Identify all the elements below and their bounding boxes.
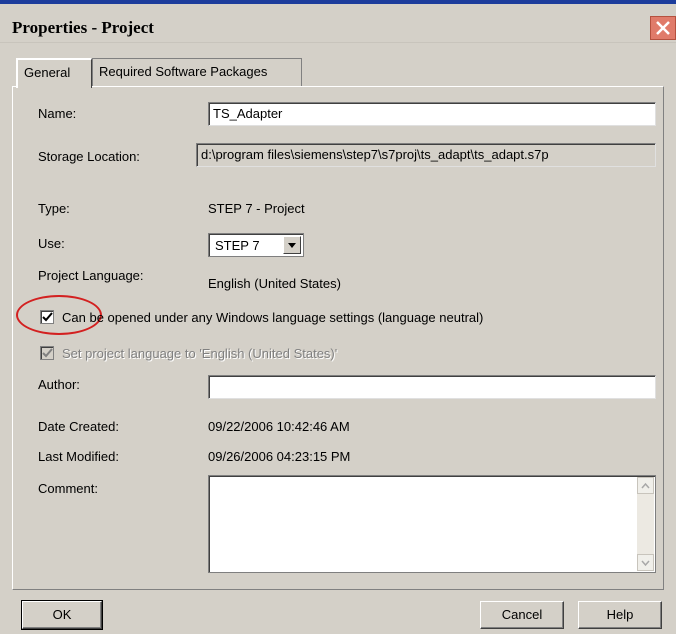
close-icon bbox=[656, 21, 670, 35]
close-button[interactable] bbox=[650, 16, 676, 40]
storage-location-value: d:\program files\siemens\step7\s7proj\ts… bbox=[201, 147, 549, 162]
project-language-label: Project Language: bbox=[38, 268, 144, 283]
tab-general-label: General bbox=[24, 65, 71, 80]
comment-label: Comment: bbox=[38, 481, 98, 496]
cancel-button[interactable]: Cancel bbox=[480, 601, 564, 629]
use-label: Use: bbox=[38, 236, 65, 251]
date-created-label: Date Created: bbox=[38, 419, 119, 434]
help-button[interactable]: Help bbox=[578, 601, 662, 629]
tab-required-software-label: Required Software Packages bbox=[99, 64, 268, 79]
language-neutral-label[interactable]: Can be opened under any Windows language… bbox=[62, 310, 483, 325]
type-value: STEP 7 - Project bbox=[208, 201, 305, 216]
tab-required-software-packages[interactable]: Required Software Packages bbox=[92, 58, 302, 86]
name-label: Name: bbox=[38, 106, 77, 121]
scroll-down-button[interactable] bbox=[637, 554, 654, 571]
chevron-down-icon bbox=[288, 243, 296, 248]
name-input-value: TS_Adapter bbox=[213, 106, 283, 121]
author-label: Author: bbox=[38, 377, 80, 392]
title-bar-accent bbox=[0, 0, 676, 4]
tab-general[interactable]: General bbox=[16, 58, 92, 88]
last-modified-value: 09/26/2006 04:23:15 PM bbox=[208, 449, 351, 464]
language-neutral-checkbox[interactable] bbox=[40, 310, 54, 324]
author-input[interactable] bbox=[208, 375, 656, 399]
title-bar[interactable]: Properties - Project bbox=[0, 0, 676, 43]
ok-button[interactable]: OK bbox=[21, 600, 103, 630]
project-language-value: English (United States) bbox=[208, 276, 341, 291]
comment-textarea[interactable] bbox=[208, 475, 656, 573]
use-selected-value: STEP 7 bbox=[215, 238, 260, 253]
type-label: Type: bbox=[38, 201, 70, 216]
scroll-up-button[interactable] bbox=[637, 477, 654, 494]
window-title: Properties - Project bbox=[12, 18, 154, 37]
name-input[interactable]: TS_Adapter bbox=[208, 102, 656, 126]
last-modified-label: Last Modified: bbox=[38, 449, 119, 464]
set-project-language-label: Set project language to 'English (United… bbox=[62, 346, 338, 361]
checkmark-icon bbox=[42, 312, 53, 322]
use-dropdown-button[interactable] bbox=[283, 236, 301, 254]
set-project-language-checkbox[interactable] bbox=[40, 346, 54, 360]
chevron-down-icon bbox=[641, 560, 650, 567]
storage-location-label: Storage Location: bbox=[38, 149, 140, 164]
chevron-up-icon bbox=[641, 482, 650, 489]
properties-dialog: Properties - Project General Required So… bbox=[0, 0, 676, 634]
checkmark-icon bbox=[42, 348, 53, 358]
use-select[interactable]: STEP 7 bbox=[208, 233, 304, 257]
storage-location-field: d:\program files\siemens\step7\s7proj\ts… bbox=[196, 143, 656, 167]
date-created-value: 09/22/2006 10:42:46 AM bbox=[208, 419, 350, 434]
comment-scrollbar[interactable] bbox=[637, 477, 654, 571]
